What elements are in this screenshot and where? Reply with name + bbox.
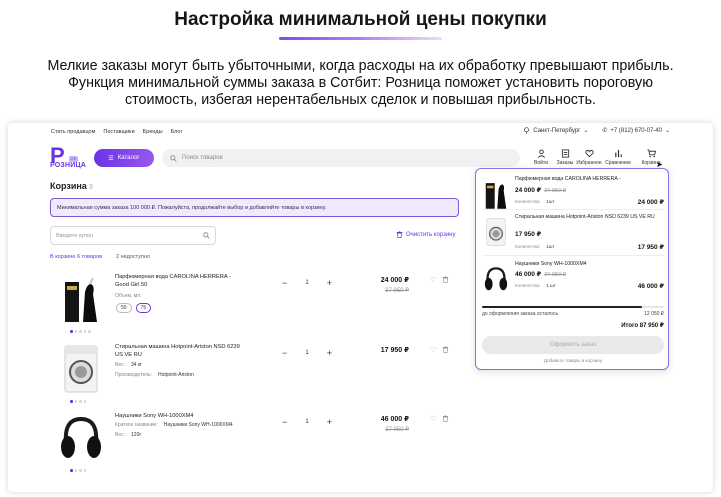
city-name: Санкт-Петербург	[533, 127, 581, 134]
chevron-down-icon: ⌄	[583, 128, 589, 134]
item-attribute: Производитель: Hotpoint-Ariston	[115, 372, 194, 378]
location-icon	[524, 127, 530, 134]
product-image-washer[interactable]	[58, 340, 104, 398]
quantity-value: 1	[305, 419, 309, 425]
item-name[interactable]: Наушники Sony WH-1000XM4	[115, 413, 240, 421]
page-title: Настройка минимальной цены покупки	[174, 9, 547, 30]
heart-icon[interactable]: ♡	[430, 276, 436, 284]
filter-unavailable[interactable]: 2 недоступно	[116, 254, 150, 260]
title-underline	[279, 37, 442, 40]
item-attribute: Краткое название: Наушники Sony WH-1000XM…	[115, 422, 233, 428]
quantity-value: 1	[305, 350, 309, 356]
clear-cart-button[interactable]: Очистить корзину	[396, 231, 456, 238]
mini-cart-image-headphones	[482, 261, 510, 297]
trash-icon[interactable]	[442, 276, 449, 283]
quantity-stepper: − 1 +	[282, 278, 332, 288]
product-image-perfume[interactable]	[58, 270, 104, 328]
checkout-hint: Добавьте товары в корзину	[543, 358, 603, 363]
topbar-link-seller[interactable]: Стать продавцом	[51, 129, 95, 135]
minus-button[interactable]: −	[282, 278, 287, 288]
volume-option-75[interactable]: 75	[135, 303, 152, 313]
mini-cart-item[interactable]: Наушники Sony WH-1000XM4 46 000 ₽37 950 …	[482, 261, 664, 307]
header-compare[interactable]: Сравнение	[604, 149, 632, 166]
item-name[interactable]: Парфюмерная вода CAROLINA HERRERA - Good…	[115, 274, 240, 289]
quantity-stepper: − 1 +	[282, 417, 332, 427]
chevron-down-icon: ⌄	[664, 128, 670, 134]
mini-cart-item[interactable]: Стиральная машина Hotpoint-Ariston NSD 6…	[482, 214, 664, 260]
item-name[interactable]: Стиральная машина Hotpoint-Ariston NSD 6…	[115, 344, 240, 359]
item-old-price: 37 950 ₽	[385, 427, 409, 433]
min-order-notice: Минимальная сумма заказа 100 000 ₽. Пожа…	[50, 198, 459, 217]
cart-title: Корзина 3	[50, 181, 93, 191]
user-icon	[537, 149, 545, 158]
remaining-amount: до оформления заказа осталось 12 050 ₽	[482, 311, 664, 317]
phone-icon: ✆	[602, 128, 608, 134]
topbar-link-blog[interactable]: Блог	[171, 129, 183, 135]
mini-cart-image-washer	[482, 214, 510, 250]
header-login[interactable]: Войти	[532, 149, 550, 166]
header-favorites[interactable]: Избранное	[576, 149, 602, 166]
heart-icon[interactable]: ♡	[430, 346, 436, 354]
min-order-progress	[482, 306, 664, 308]
phone-selector[interactable]: ✆ +7 (812) 670-07-40 ⌄	[602, 127, 670, 135]
city-selector[interactable]: Санкт-Петербург ⌄	[523, 127, 588, 134]
cart-count: 3	[88, 184, 93, 191]
coupon-placeholder: Введите купон	[56, 232, 94, 239]
product-image-headphones[interactable]	[58, 409, 104, 467]
orders-icon	[561, 149, 569, 158]
item-price: 17 950 ₽	[380, 347, 409, 354]
minus-button[interactable]: −	[282, 417, 287, 427]
item-price: 24 000 ₽ 37 950 ₽	[380, 277, 409, 294]
menu-icon: ☰	[108, 155, 114, 162]
logo[interactable]: P 2.0 РОЗНИЦА	[50, 145, 87, 171]
search-icon[interactable]	[203, 232, 210, 239]
catalog-label: Каталог	[117, 155, 140, 161]
topbar-link-suppliers[interactable]: Поставщики	[103, 129, 134, 135]
phone-number: +7 (812) 670-07-40	[610, 127, 662, 134]
cart-item-perfume: Парфюмерная вода CAROLINA HERRERA - Good…	[50, 270, 459, 350]
heart-icon	[584, 149, 594, 158]
topbar-link-brands[interactable]: Бренды	[143, 129, 163, 135]
trash-icon[interactable]	[442, 415, 449, 422]
checkout-button[interactable]: Оформить заказ	[482, 336, 664, 354]
quantity-stepper: − 1 +	[282, 348, 332, 358]
item-attribute-label: Объем, мл:	[115, 293, 142, 299]
trash-icon[interactable]	[442, 346, 449, 353]
item-old-price: 37 950 ₽	[385, 288, 409, 294]
logo-text: РОЗНИЦА	[50, 162, 87, 169]
plus-button[interactable]: +	[327, 278, 332, 288]
filter-in-cart[interactable]: В корзине 6 товаров	[50, 254, 102, 260]
minus-button[interactable]: −	[282, 348, 287, 358]
cart-filters: В корзине 6 товаров 2 недоступно	[50, 254, 150, 260]
mini-cart-total: Итого 87 950 ₽	[621, 323, 664, 329]
header-orders[interactable]: Заказы	[556, 149, 574, 166]
search-placeholder: Поиск товаров	[182, 155, 223, 161]
search-input[interactable]: Поиск товаров	[162, 149, 520, 167]
search-icon	[170, 154, 177, 162]
progress-fill	[482, 306, 643, 308]
top-bar: Стать продавцом Поставщики Бренды Блог С…	[8, 127, 713, 139]
compare-icon	[614, 149, 622, 158]
item-attribute: Вес: 34 кг	[115, 362, 142, 368]
plus-button[interactable]: +	[327, 417, 332, 427]
item-attribute: Вес: 120г	[115, 432, 142, 438]
mini-cart-panel: Парфюмерная вода CAROLINA HERRERA - 24 0…	[475, 168, 669, 370]
catalog-button[interactable]: ☰ Каталог	[94, 149, 154, 167]
cart-item-headphones: Наушники Sony WH-1000XM4 Краткое названи…	[50, 409, 459, 489]
cart-item-washer: Стиральная машина Hotpoint-Ariston NSD 6…	[50, 340, 459, 420]
item-price: 46 000 ₽ 37 950 ₽	[380, 416, 409, 433]
page-description: Мелкие заказы могут быть убыточными, ког…	[47, 58, 674, 108]
cart-icon	[646, 149, 656, 158]
plus-button[interactable]: +	[327, 348, 332, 358]
store-screenshot: Стать продавцом Поставщики Бренды Блог С…	[8, 123, 713, 492]
coupon-input[interactable]: Введите купон	[50, 226, 216, 245]
quantity-value: 1	[305, 280, 309, 286]
volume-option-50[interactable]: 50	[116, 303, 132, 313]
trash-icon	[396, 231, 403, 238]
mini-cart-image-perfume	[482, 176, 510, 212]
heart-icon[interactable]: ♡	[430, 415, 436, 423]
